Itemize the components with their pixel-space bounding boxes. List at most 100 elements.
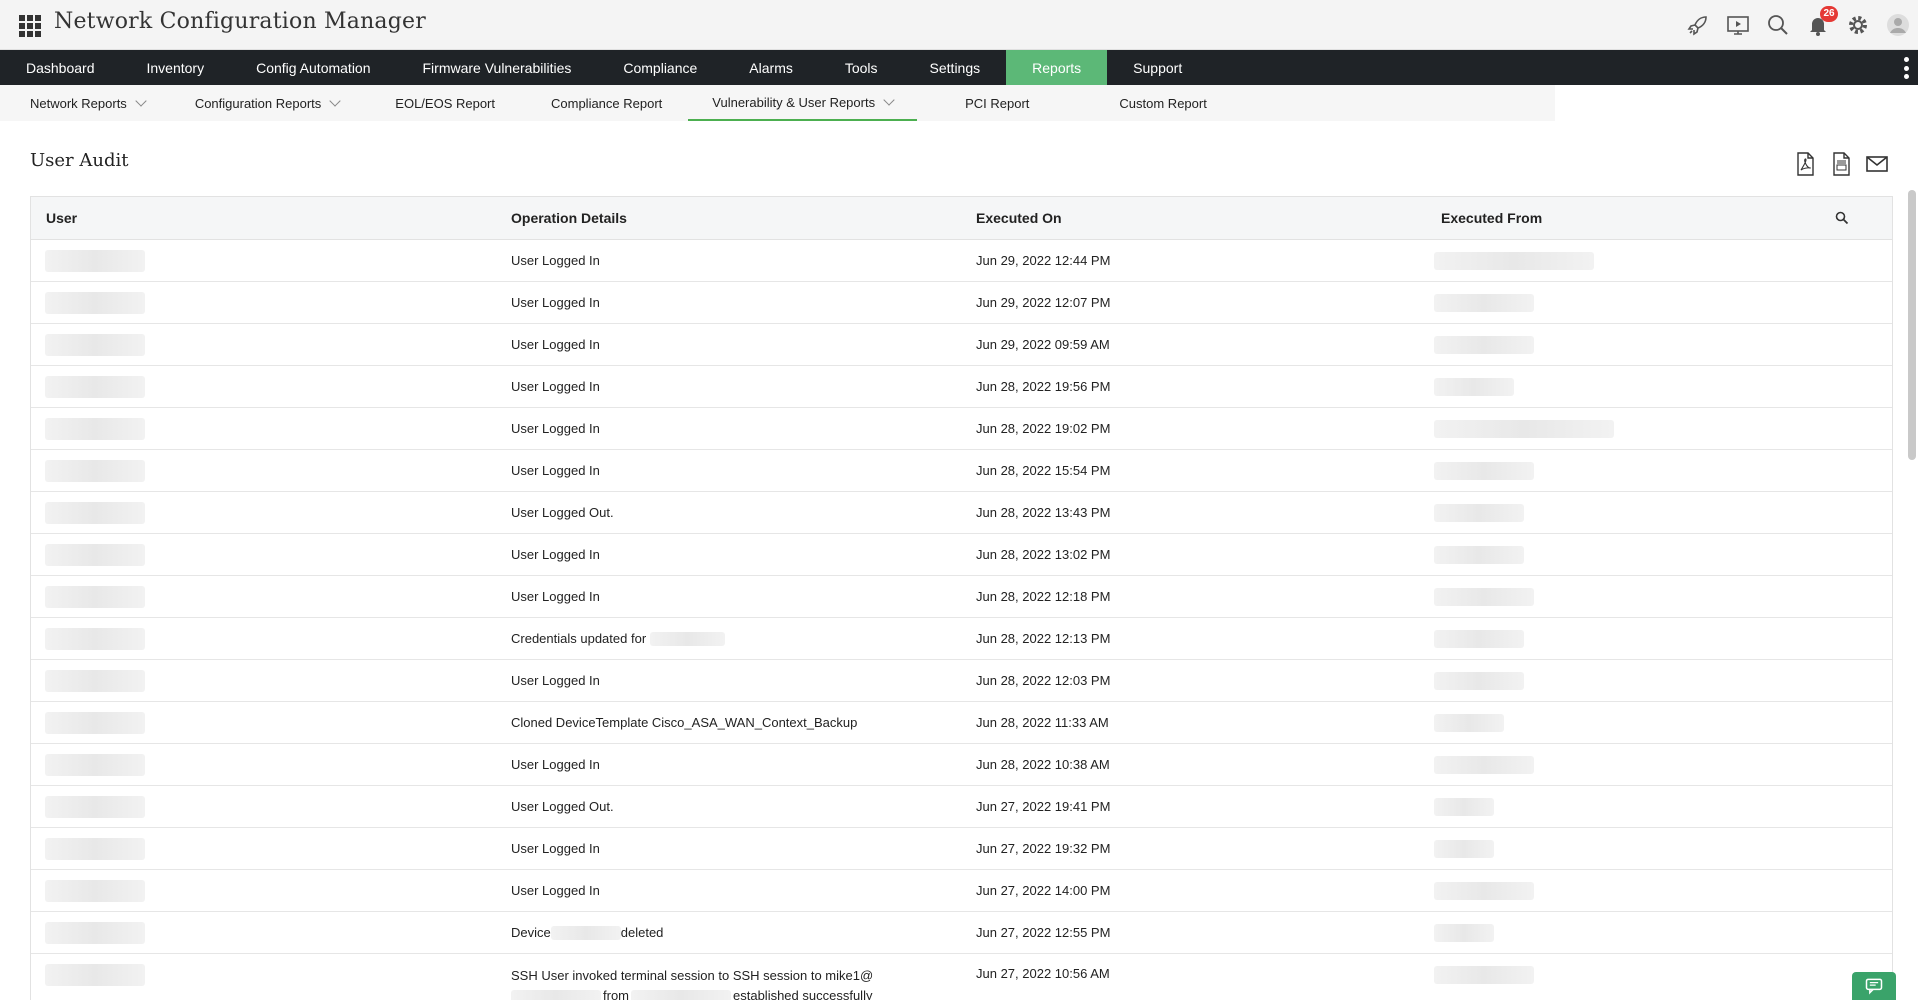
apps-grid-icon[interactable] — [19, 15, 41, 37]
table-row[interactable]: User Logged In Jun 28, 2022 15:54 PM — [31, 450, 1892, 492]
operation-text: Device — [511, 925, 551, 940]
user-cell — [31, 450, 496, 492]
nav-reports[interactable]: Reports — [1006, 50, 1108, 85]
subnav-network-reports[interactable]: Network Reports — [0, 85, 165, 121]
redacted-user — [45, 459, 145, 482]
operation-cell: User Logged In — [511, 253, 600, 268]
user-avatar-icon[interactable] — [1878, 0, 1918, 50]
nav-alarms[interactable]: Alarms — [723, 50, 819, 85]
table-row[interactable]: User Logged In Jun 28, 2022 13:02 PM — [31, 534, 1892, 576]
main-nav: Dashboard Inventory Config Automation Fi… — [0, 50, 1918, 85]
redacted-host — [1434, 419, 1614, 438]
subnav-eol-eos-report[interactable]: EOL/EOS Report — [359, 85, 521, 121]
nav-settings[interactable]: Settings — [904, 50, 1007, 85]
executed-from-cell — [1426, 744, 1891, 786]
redacted-device — [550, 925, 621, 940]
redacted-host — [1434, 377, 1514, 396]
subnav-custom-report[interactable]: Custom Report — [1099, 85, 1236, 121]
nav-dashboard[interactable]: Dashboard — [0, 50, 121, 85]
operation-text: deleted — [620, 925, 664, 940]
user-cell — [31, 408, 496, 450]
executed-on-cell: Jun 28, 2022 12:13 PM — [976, 631, 1111, 646]
table-row[interactable]: Credentials updated for Jun 28, 2022 12:… — [31, 618, 1892, 660]
subnav-pci-report[interactable]: PCI Report — [917, 85, 1099, 121]
user-cell — [31, 912, 496, 954]
table-row[interactable]: User Logged In Jun 29, 2022 09:59 AM — [31, 324, 1892, 366]
user-cell — [31, 954, 496, 1000]
nav-support[interactable]: Support — [1107, 50, 1208, 85]
redacted-host — [1434, 755, 1534, 774]
more-menu-icon[interactable] — [1904, 57, 1910, 79]
executed-from-cell — [1426, 450, 1891, 492]
header-user[interactable]: User — [31, 210, 496, 226]
executed-on-cell: Jun 29, 2022 09:59 AM — [976, 337, 1110, 352]
table-header: User Operation Details Executed On Execu… — [31, 197, 1892, 240]
chevron-down-icon — [329, 95, 341, 107]
table-row[interactable]: User Logged In Jun 28, 2022 12:03 PM — [31, 660, 1892, 702]
presentation-icon[interactable] — [1718, 0, 1758, 50]
gear-icon[interactable] — [1838, 0, 1878, 50]
executed-from-cell — [1426, 618, 1891, 660]
operation-cell: User Logged In — [511, 673, 600, 688]
nav-config-automation[interactable]: Config Automation — [230, 50, 396, 85]
executed-on-cell: Jun 28, 2022 13:43 PM — [976, 505, 1111, 520]
table-row[interactable]: User Logged In Jun 28, 2022 10:38 AM — [31, 744, 1892, 786]
table-row[interactable]: SSH User invoked terminal session to SSH… — [31, 954, 1892, 1000]
executed-on-cell: Jun 28, 2022 19:02 PM — [976, 421, 1111, 436]
search-icon[interactable] — [1758, 0, 1798, 50]
table-row[interactable]: User Logged In Jun 27, 2022 19:32 PM — [31, 828, 1892, 870]
subnav-label: Network Reports — [30, 95, 127, 111]
table-row[interactable]: User Logged Out. Jun 27, 2022 19:41 PM — [31, 786, 1892, 828]
nav-firmware-vulnerabilities[interactable]: Firmware Vulnerabilities — [397, 50, 598, 85]
subnav-compliance-report[interactable]: Compliance Report — [521, 85, 688, 121]
header-operation-details[interactable]: Operation Details — [496, 210, 961, 226]
nav-compliance[interactable]: Compliance — [597, 50, 723, 85]
table-row[interactable]: User Logged In Jun 28, 2022 19:02 PM — [31, 408, 1892, 450]
executed-from-cell — [1426, 408, 1891, 450]
redacted-user — [45, 417, 145, 440]
header-actions: 26 — [1678, 0, 1918, 50]
executed-from-cell — [1426, 282, 1891, 324]
executed-from-cell — [1426, 366, 1891, 408]
redacted-host — [1434, 335, 1534, 354]
user-cell — [31, 324, 496, 366]
table-row[interactable]: User Logged In Jun 28, 2022 19:56 PM — [31, 366, 1892, 408]
redacted-host — [1434, 251, 1594, 270]
nav-tools[interactable]: Tools — [819, 50, 904, 85]
subnav-vulnerability-user-reports[interactable]: Vulnerability & User Reports — [688, 85, 918, 121]
user-cell — [31, 660, 496, 702]
pdf-icon[interactable] — [1794, 152, 1816, 176]
redacted-user — [45, 585, 145, 608]
subnav-label: PCI Report — [965, 95, 1030, 111]
header-executed-from[interactable]: Executed From — [1426, 210, 1891, 226]
table-row[interactable]: Cloned DeviceTemplate Cisco_ASA_WAN_Cont… — [31, 702, 1892, 744]
table-row[interactable]: User Logged In Jun 27, 2022 14:00 PM — [31, 870, 1892, 912]
table-row[interactable]: User Logged In Jun 28, 2022 12:18 PM — [31, 576, 1892, 618]
redacted-host — [1434, 797, 1494, 816]
export-actions — [1794, 152, 1888, 176]
operation-cell: Device deleted — [496, 912, 961, 954]
executed-on-cell: Jun 28, 2022 11:33 AM — [976, 715, 1109, 730]
search-icon[interactable] — [1834, 210, 1850, 226]
subnav-label: Vulnerability & User Reports — [712, 94, 876, 110]
table-row[interactable]: User Logged Out. Jun 28, 2022 13:43 PM — [31, 492, 1892, 534]
operation-cell: Credentials updated for — [496, 618, 961, 660]
email-icon[interactable] — [1866, 152, 1888, 176]
nav-inventory[interactable]: Inventory — [121, 50, 231, 85]
notification-badge: 26 — [1820, 6, 1838, 22]
table-row[interactable]: User Logged In Jun 29, 2022 12:07 PM — [31, 282, 1892, 324]
table-row[interactable]: User Logged In Jun 29, 2022 12:44 PM — [31, 240, 1892, 282]
operation-text: established successfully — [733, 988, 873, 1000]
redacted-user — [45, 375, 145, 398]
csv-icon[interactable] — [1830, 152, 1852, 176]
subnav-configuration-reports[interactable]: Configuration Reports — [165, 85, 359, 121]
operation-cell: User Logged In — [511, 421, 600, 436]
bell-icon[interactable]: 26 — [1798, 0, 1838, 50]
redacted-user — [45, 627, 145, 650]
table-row[interactable]: Device deleted Jun 27, 2022 12:55 PM — [31, 912, 1892, 954]
header-executed-on[interactable]: Executed On — [961, 210, 1426, 226]
vertical-scrollbar[interactable] — [1908, 190, 1916, 460]
redacted-host — [1434, 503, 1524, 522]
chat-icon[interactable] — [1852, 972, 1896, 1000]
rocket-icon[interactable] — [1678, 0, 1718, 50]
